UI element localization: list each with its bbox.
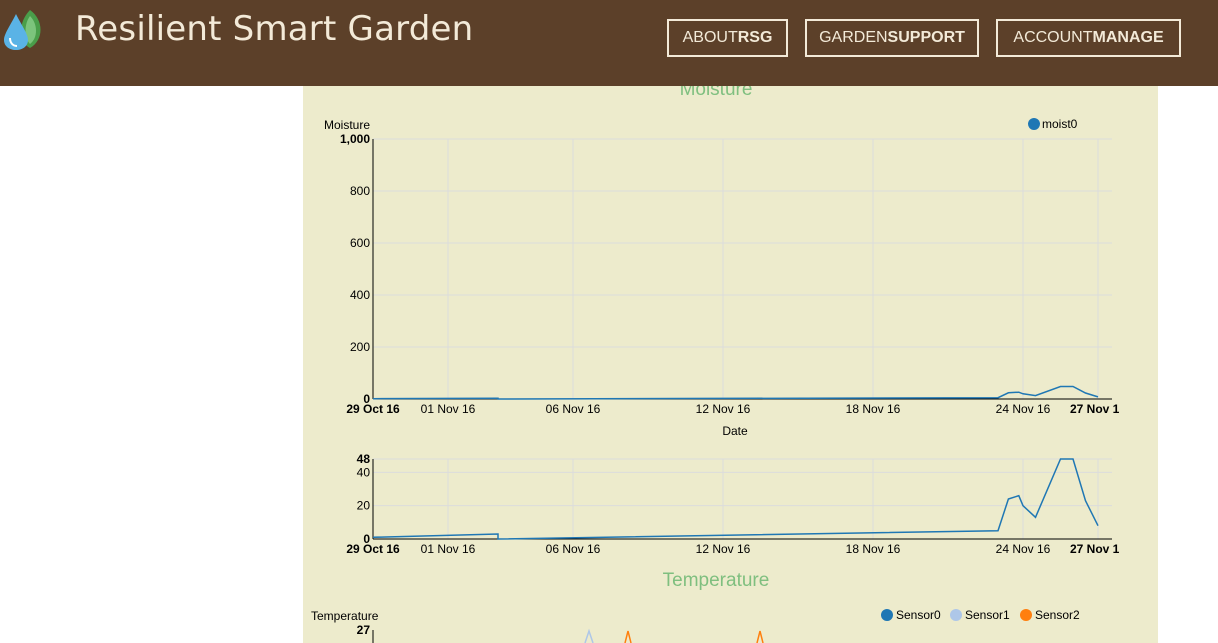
legend-label-sensor2: Sensor2 bbox=[1035, 608, 1080, 622]
c0-x-tick-label-4: 18 Nov 16 bbox=[846, 402, 901, 416]
c1-y-tick-label-2: 40 bbox=[357, 465, 371, 479]
nav-about-button[interactable]: ABOUTRSG bbox=[667, 19, 788, 57]
temperature-series-line-sensor1 bbox=[584, 628, 594, 643]
legend-marker-moist0 bbox=[1028, 118, 1040, 130]
app-title: Resilient Smart Garden bbox=[75, 9, 474, 49]
nav-account-button[interactable]: ACCOUNTMANAGE bbox=[996, 19, 1181, 57]
moisture-x-axis-label: Date bbox=[722, 424, 748, 438]
temperature-y-max-label: 27 bbox=[357, 623, 371, 637]
charts-svg: Moisture Temperature 02004006008001,0002… bbox=[311, 86, 1120, 643]
c1-x-tick-label-0: 29 Oct 16 bbox=[346, 542, 400, 556]
water-drop-leaf-icon[interactable] bbox=[0, 6, 44, 50]
nav-garden-button[interactable]: GARDENSUPPORT bbox=[805, 19, 979, 57]
moisture-y-axis-label: Moisture bbox=[324, 118, 370, 132]
c1-x-tick-label-4: 18 Nov 16 bbox=[846, 542, 901, 556]
legend-label-moist0: moist0 bbox=[1042, 117, 1078, 131]
c0-y-tick-label-5: 1,000 bbox=[340, 132, 370, 146]
legend-marker-sensor0 bbox=[881, 609, 893, 621]
c0-y-tick-label-1: 200 bbox=[350, 340, 370, 354]
c0-y-tick-label-3: 600 bbox=[350, 236, 370, 250]
legend-marker-sensor1 bbox=[950, 609, 962, 621]
c1-y-tick-label-3: 48 bbox=[357, 452, 371, 466]
temperature-series-line-sensor2-b bbox=[756, 630, 764, 643]
nav-about-light: ABOUT bbox=[682, 29, 738, 46]
nav-account-bold: MANAGE bbox=[1092, 29, 1164, 46]
c0-x-tick-label-5: 24 Nov 16 bbox=[996, 402, 1051, 416]
c0-x-tick-label-1: 01 Nov 16 bbox=[421, 402, 476, 416]
c1-y-tick-label-1: 20 bbox=[357, 499, 371, 513]
charts-panel: Moisture Temperature 0 200 400 600 800 1,000 2… bbox=[303, 86, 1158, 643]
legend-marker-sensor2 bbox=[1020, 609, 1032, 621]
c0-x-tick-label-2: 06 Nov 16 bbox=[546, 402, 601, 416]
app-header: Resilient Smart Garden ABOUTRSG GARDENSU… bbox=[0, 0, 1218, 86]
legend-label-sensor0: Sensor0 bbox=[896, 608, 941, 622]
c1-x-tick-label-2: 06 Nov 16 bbox=[546, 542, 601, 556]
legend-label-sensor1: Sensor1 bbox=[965, 608, 1010, 622]
c1-x-tick-label-1: 01 Nov 16 bbox=[421, 542, 476, 556]
c0-x-tick-label-6: 27 Nov 1 bbox=[1070, 402, 1120, 416]
temperature-y-axis-label: Temperature bbox=[311, 609, 379, 623]
c1-x-tick-label-3: 12 Nov 16 bbox=[696, 542, 751, 556]
c0-series-line-moist0 bbox=[372, 385, 1099, 400]
nav-garden-light: GARDEN bbox=[819, 29, 888, 46]
nav-garden-bold: SUPPORT bbox=[887, 29, 965, 46]
c1-x-tick-label-5: 24 Nov 16 bbox=[996, 542, 1051, 556]
nav-account-light: ACCOUNT bbox=[1013, 29, 1093, 46]
c0-y-tick-label-4: 800 bbox=[350, 184, 370, 198]
c0-x-tick-label-0: 29 Oct 16 bbox=[346, 402, 400, 416]
temperature-section-title: Temperature bbox=[663, 570, 770, 591]
nav-about-bold: RSG bbox=[737, 29, 773, 46]
c1-series-line-moist0 bbox=[372, 458, 1099, 540]
moisture-section-title: Moisture bbox=[680, 86, 753, 100]
c1-x-tick-label-6: 27 Nov 1 bbox=[1070, 542, 1120, 556]
c0-y-tick-label-2: 400 bbox=[350, 288, 370, 302]
temperature-series-line-sensor2-a bbox=[624, 630, 632, 643]
c0-x-tick-label-3: 12 Nov 16 bbox=[696, 402, 751, 416]
